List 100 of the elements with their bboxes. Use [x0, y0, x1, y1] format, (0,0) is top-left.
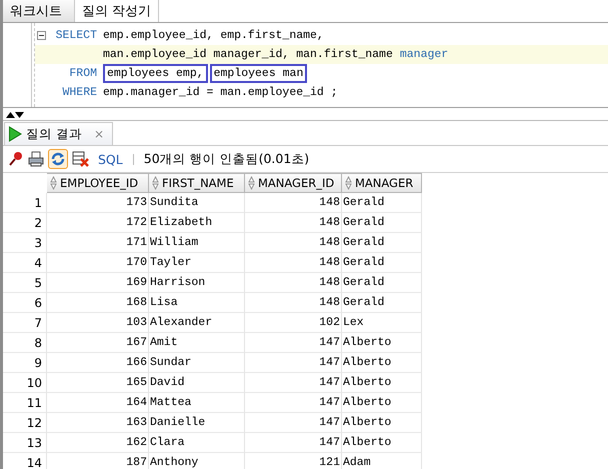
- delete-table-icon[interactable]: [72, 151, 90, 167]
- code-text: man.employee_id manager_id, man.first_name: [103, 48, 393, 61]
- sql-link[interactable]: SQL: [98, 152, 123, 166]
- table-cell: David: [149, 373, 245, 393]
- row-number: 10: [3, 373, 47, 393]
- sort-icon[interactable]: [248, 176, 255, 190]
- column-header[interactable]: EMPLOYEE_ID: [47, 173, 149, 193]
- row-number: 7: [3, 313, 47, 333]
- table-cell: Mattea: [149, 393, 245, 413]
- table-cell: 170: [47, 253, 149, 273]
- table-cell: 172: [47, 213, 149, 233]
- row-number: 3: [3, 233, 47, 253]
- row-number: 12: [3, 413, 47, 433]
- table-cell: 165: [47, 373, 149, 393]
- column-header[interactable]: FIRST_NAME: [149, 173, 245, 193]
- sort-icon[interactable]: [50, 176, 57, 190]
- table-cell: 171: [47, 233, 149, 253]
- highlighted-code: employees man: [210, 64, 308, 83]
- table-cell: 147: [245, 393, 342, 413]
- table-cell: 147: [245, 333, 342, 353]
- table-cell: 167: [47, 333, 149, 353]
- table-cell: Elizabeth: [149, 213, 245, 233]
- run-icon: [8, 126, 22, 142]
- table-cell: Alberto: [342, 353, 422, 373]
- row-number: 14: [3, 453, 47, 469]
- sql-editor[interactable]: SELECT emp.employee_id, emp.first_name, man.employee_id manager_id, man.first_name manager FROM employees emp, employees man WHERE emp.manager_id = man.employee_id ;: [3, 23, 608, 108]
- table-cell: 147: [245, 413, 342, 433]
- table-cell: 103: [47, 313, 149, 333]
- code-text: emp.employee_id, emp.first_name,: [103, 29, 324, 42]
- table-cell: 147: [245, 433, 342, 453]
- table-cell: 147: [245, 373, 342, 393]
- code-text: emp.manager_id = man.employee_id ;: [103, 86, 338, 99]
- table-cell: Harrison: [149, 273, 245, 293]
- table-cell: 163: [47, 413, 149, 433]
- split-arrows-icon[interactable]: [5, 110, 25, 118]
- table-cell: Danielle: [149, 413, 245, 433]
- sql-keyword: manager: [400, 48, 448, 61]
- row-number: 8: [3, 333, 47, 353]
- table-cell: Sundar: [149, 353, 245, 373]
- collapse-icon[interactable]: [36, 31, 46, 40]
- table-cell: 166: [47, 353, 149, 373]
- status-text: 50개의 행이 인출됨(0.01초): [144, 150, 310, 168]
- table-cell: Adam: [342, 453, 422, 469]
- table-cell: Gerald: [342, 193, 422, 213]
- column-header[interactable]: MANAGER: [342, 173, 422, 193]
- sql-keyword: WHERE: [62, 86, 97, 99]
- table-cell: Gerald: [342, 253, 422, 273]
- sql-keyword: FROM: [69, 67, 97, 80]
- table-cell: 187: [47, 453, 149, 469]
- table-cell: 173: [47, 193, 149, 213]
- row-number: 5: [3, 273, 47, 293]
- table-cell: Sundita: [149, 193, 245, 213]
- table-cell: 147: [245, 353, 342, 373]
- table-cell: Alberto: [342, 393, 422, 413]
- table-cell: 148: [245, 293, 342, 313]
- table-cell: Gerald: [342, 213, 422, 233]
- table-cell: Gerald: [342, 233, 422, 253]
- table-cell: 148: [245, 213, 342, 233]
- table-cell: Lisa: [149, 293, 245, 313]
- row-number: 1: [3, 193, 47, 213]
- pin-icon[interactable]: [8, 151, 24, 167]
- table-cell: William: [149, 233, 245, 253]
- table-cell: Gerald: [342, 293, 422, 313]
- tab-label: 질의 결과: [26, 126, 82, 142]
- table-cell: 148: [245, 253, 342, 273]
- sort-icon[interactable]: [152, 176, 159, 190]
- table-cell: Tayler: [149, 253, 245, 273]
- row-number: 6: [3, 293, 47, 313]
- table-cell: 148: [245, 273, 342, 293]
- refresh-button[interactable]: [48, 149, 68, 169]
- table-cell: Gerald: [342, 273, 422, 293]
- highlighted-code: employees emp,: [103, 64, 208, 83]
- row-number: 9: [3, 353, 47, 373]
- table-cell: Amit: [149, 333, 245, 353]
- table-cell: Alberto: [342, 333, 422, 353]
- table-cell: 102: [245, 313, 342, 333]
- printer-icon[interactable]: [28, 151, 44, 167]
- table-cell: Alexander: [149, 313, 245, 333]
- column-title: FIRST_NAME: [162, 176, 234, 190]
- table-cell: 162: [47, 433, 149, 453]
- column-title: MANAGER: [355, 176, 414, 190]
- table-cell: Alberto: [342, 373, 422, 393]
- worksheet-tab[interactable]: 워크시트: [3, 0, 75, 22]
- table-cell: Anthony: [149, 453, 245, 469]
- table-cell: 168: [47, 293, 149, 313]
- table-cell: Lex: [342, 313, 422, 333]
- table-cell: 121: [245, 453, 342, 469]
- table-cell: 169: [47, 273, 149, 293]
- column-header[interactable]: MANAGER_ID: [245, 173, 342, 193]
- column-title: MANAGER_ID: [258, 176, 334, 190]
- row-number: 4: [3, 253, 47, 273]
- table-cell: Alberto: [342, 433, 422, 453]
- query-result-tab[interactable]: 질의 결과 ×: [4, 122, 114, 145]
- row-number: 2: [3, 213, 47, 233]
- table-cell: 148: [245, 233, 342, 253]
- table-cell: 164: [47, 393, 149, 413]
- sort-icon[interactable]: [345, 176, 352, 190]
- table-cell: Clara: [149, 433, 245, 453]
- column-title: EMPLOYEE_ID: [60, 176, 138, 190]
- table-cell: Alberto: [342, 413, 422, 433]
